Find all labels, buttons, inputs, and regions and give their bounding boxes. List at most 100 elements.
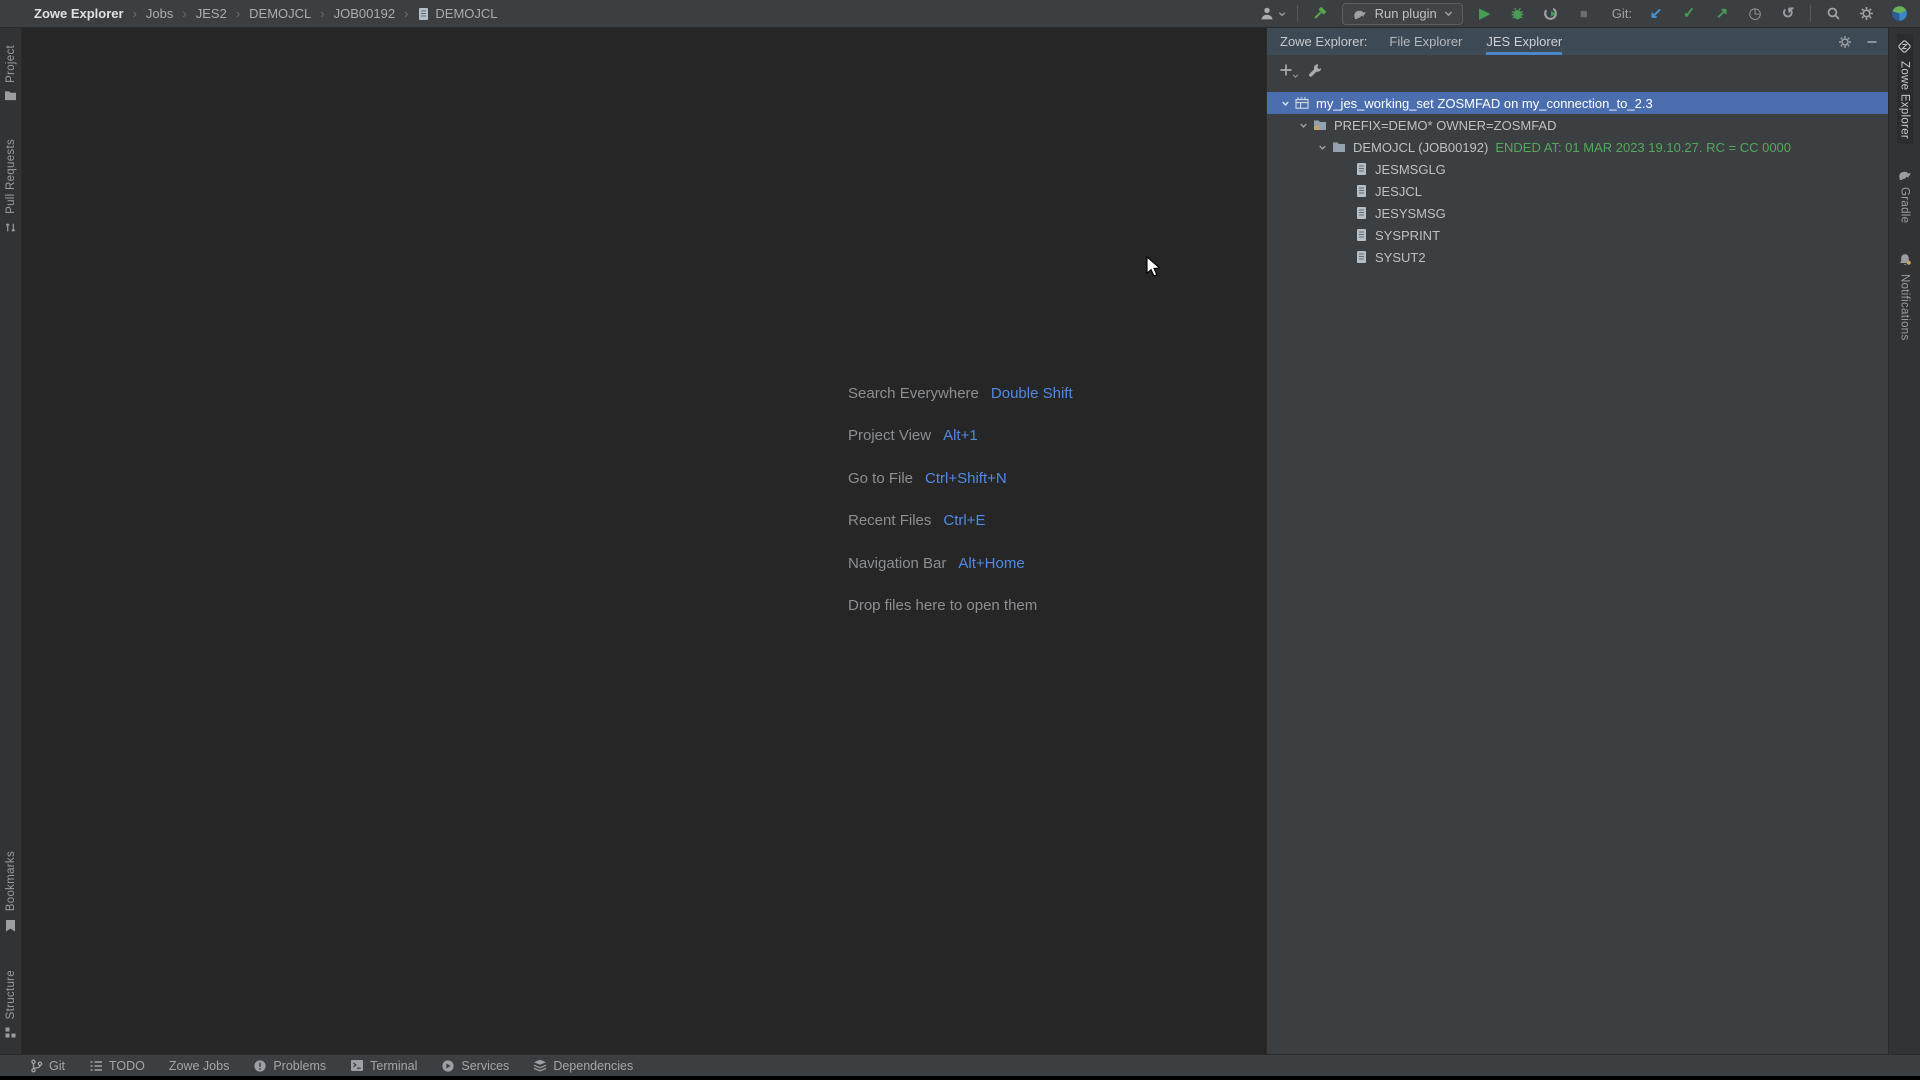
breadcrumb-item[interactable]: DEMOJCL bbox=[395, 6, 497, 21]
editor-shortcut-hints: Search Everywhere Double Shift Project V… bbox=[848, 372, 1073, 627]
breadcrumb: Zowe Explorer Jobs JES2 DEMOJCL JOB00192… bbox=[0, 6, 498, 21]
statusbar-terminal[interactable]: Terminal bbox=[350, 1059, 417, 1073]
drop-files-hint: Drop files here to open them bbox=[848, 585, 1073, 628]
rollback-button[interactable]: ↺ bbox=[1777, 3, 1799, 25]
wrench-icon bbox=[1308, 63, 1322, 77]
avatar-sphere-button[interactable] bbox=[1888, 3, 1910, 25]
job-status-text: ENDED AT: 01 MAR 2023 19.10.27. RC = CC … bbox=[1495, 140, 1791, 155]
breadcrumb-item[interactable]: JOB00192 bbox=[311, 6, 395, 21]
mouse-cursor bbox=[1146, 256, 1163, 280]
tab-jes-explorer[interactable]: JES Explorer bbox=[1486, 28, 1562, 55]
right-tool-stripe: Zowe Explorer Gradle Notifications bbox=[1888, 28, 1920, 1054]
chevron-expanded-icon[interactable] bbox=[1277, 98, 1294, 109]
editor-empty-area bbox=[23, 29, 1265, 1054]
file-icon bbox=[417, 7, 430, 21]
tree-row-label: SYSUT2 bbox=[1375, 250, 1426, 265]
toolbar-divider bbox=[1297, 5, 1298, 22]
chevron-expanded-icon[interactable] bbox=[1314, 142, 1331, 153]
minimize-icon[interactable] bbox=[1866, 36, 1878, 48]
chevron-expanded-icon[interactable] bbox=[1295, 120, 1312, 131]
breadcrumb-item[interactable]: DEMOJCL bbox=[227, 6, 311, 21]
chevron-down-icon bbox=[1444, 9, 1453, 18]
bookmarks-icon bbox=[5, 919, 16, 932]
git-widget-label: Git: bbox=[1612, 6, 1632, 21]
statusbar-problems[interactable]: Problems bbox=[253, 1059, 326, 1073]
main-toolbar: Zowe Explorer Jobs JES2 DEMOJCL JOB00192… bbox=[0, 0, 1920, 28]
tool-window-title: Zowe Explorer: bbox=[1280, 34, 1367, 49]
services-icon bbox=[441, 1059, 455, 1073]
spool-file-icon bbox=[1353, 206, 1369, 220]
project-folder-icon bbox=[4, 90, 17, 101]
tool-window-toolbar bbox=[1267, 55, 1888, 85]
tree-row-label: my_jes_working_set ZOSMFAD on my_connect… bbox=[1316, 96, 1653, 111]
gear-icon bbox=[1859, 6, 1874, 21]
statusbar-dependencies[interactable]: Dependencies bbox=[533, 1059, 633, 1073]
user-account-button[interactable] bbox=[1259, 3, 1286, 25]
gear-icon[interactable] bbox=[1838, 35, 1852, 49]
add-button[interactable] bbox=[1279, 63, 1293, 77]
avatar-sphere-icon bbox=[1891, 5, 1908, 22]
breadcrumb-item[interactable]: JES2 bbox=[173, 6, 226, 21]
search-icon bbox=[1826, 6, 1841, 21]
git-push-button[interactable]: ↗ bbox=[1711, 3, 1733, 25]
user-icon bbox=[1259, 6, 1275, 21]
tab-file-explorer[interactable]: File Explorer bbox=[1389, 28, 1462, 55]
tree-row-working-set[interactable]: my_jes_working_set ZOSMFAD on my_connect… bbox=[1267, 92, 1888, 114]
ide-window: Zowe Explorer Jobs JES2 DEMOJCL JOB00192… bbox=[0, 0, 1920, 1080]
statusbar-services[interactable]: Services bbox=[441, 1059, 509, 1073]
screen-edge bbox=[0, 1076, 1920, 1080]
profiler-icon bbox=[1543, 6, 1558, 21]
debug-button[interactable] bbox=[1507, 3, 1529, 25]
tree-row-label: JESYSMSG bbox=[1375, 206, 1446, 221]
stripe-tab-pull-requests[interactable]: Pull Requests bbox=[4, 134, 17, 239]
todo-icon bbox=[89, 1060, 103, 1072]
stop-button[interactable]: ■ bbox=[1573, 3, 1595, 25]
tree-row-prefix-filter[interactable]: PREFIX=DEMO* OWNER=ZOSMFAD bbox=[1267, 114, 1888, 136]
shortcut-hint-row: Search Everywhere Double Shift bbox=[848, 372, 1073, 415]
spool-file-icon bbox=[1353, 184, 1369, 198]
stripe-tab-notifications[interactable]: Notifications bbox=[1897, 248, 1913, 346]
stripe-tab-zowe-explorer[interactable]: Zowe Explorer bbox=[1897, 34, 1913, 144]
breadcrumb-item[interactable]: Zowe Explorer bbox=[34, 6, 124, 21]
shortcut-hint-row: Navigation Bar Alt+Home bbox=[848, 542, 1073, 585]
status-bar: Git TODO Zowe Jobs Problems Terminal Ser… bbox=[0, 1054, 1920, 1076]
statusbar-git[interactable]: Git bbox=[30, 1059, 65, 1073]
statusbar-todo[interactable]: TODO bbox=[89, 1059, 145, 1073]
tree-row-job[interactable]: DEMOJCL (JOB00192) ENDED AT: 01 MAR 2023… bbox=[1267, 136, 1888, 158]
spool-file-icon bbox=[1353, 228, 1369, 242]
stripe-tab-bookmarks[interactable]: Bookmarks bbox=[4, 846, 17, 936]
history-button[interactable]: ◷ bbox=[1744, 3, 1766, 25]
tree-row-spool-file[interactable]: JESYSMSG bbox=[1267, 202, 1888, 224]
stripe-tab-project[interactable]: Project bbox=[4, 40, 17, 106]
tree-row-spool-file[interactable]: SYSUT2 bbox=[1267, 246, 1888, 268]
tree-row-label: JESJCL bbox=[1375, 184, 1422, 199]
git-commit-button[interactable]: ✓ bbox=[1678, 3, 1700, 25]
zowe-explorer-tool-window: Zowe Explorer: File Explorer JES Explore… bbox=[1266, 28, 1888, 1054]
build-button[interactable] bbox=[1309, 3, 1331, 25]
profiler-button[interactable] bbox=[1540, 3, 1562, 25]
shortcut-hint-row: Project View Alt+1 bbox=[848, 415, 1073, 458]
zowe-logo-icon bbox=[1897, 39, 1912, 54]
statusbar-zowe-jobs[interactable]: Zowe Jobs bbox=[169, 1059, 229, 1073]
run-configuration-select[interactable]: Run plugin bbox=[1342, 3, 1463, 25]
search-everywhere-button[interactable] bbox=[1822, 3, 1844, 25]
git-update-button[interactable]: ↙ bbox=[1645, 3, 1667, 25]
stripe-tab-structure[interactable]: Structure bbox=[4, 965, 17, 1044]
wrench-button[interactable] bbox=[1308, 63, 1322, 77]
git-branch-icon bbox=[30, 1059, 43, 1073]
tree-row-spool-file[interactable]: JESMSGLG bbox=[1267, 158, 1888, 180]
folder-icon bbox=[1331, 141, 1347, 153]
left-tool-stripe: Project Pull Requests Bookmarks Structur… bbox=[0, 28, 22, 1054]
shortcut-hint-row: Go to File Ctrl+Shift+N bbox=[848, 457, 1073, 500]
tool-window-header: Zowe Explorer: File Explorer JES Explore… bbox=[1267, 28, 1888, 55]
chevron-down-icon bbox=[1292, 73, 1299, 79]
breadcrumb-item[interactable]: Jobs bbox=[124, 6, 174, 21]
tree-row-spool-file[interactable]: SYSPRINT bbox=[1267, 224, 1888, 246]
settings-button[interactable] bbox=[1855, 3, 1877, 25]
toolbar-divider bbox=[1810, 5, 1811, 22]
notifications-bell-icon bbox=[1898, 253, 1912, 267]
gradle-icon bbox=[1352, 8, 1368, 19]
stripe-tab-gradle[interactable]: Gradle bbox=[1897, 164, 1913, 228]
tree-row-spool-file[interactable]: JESJCL bbox=[1267, 180, 1888, 202]
run-button[interactable]: ▶ bbox=[1474, 3, 1496, 25]
